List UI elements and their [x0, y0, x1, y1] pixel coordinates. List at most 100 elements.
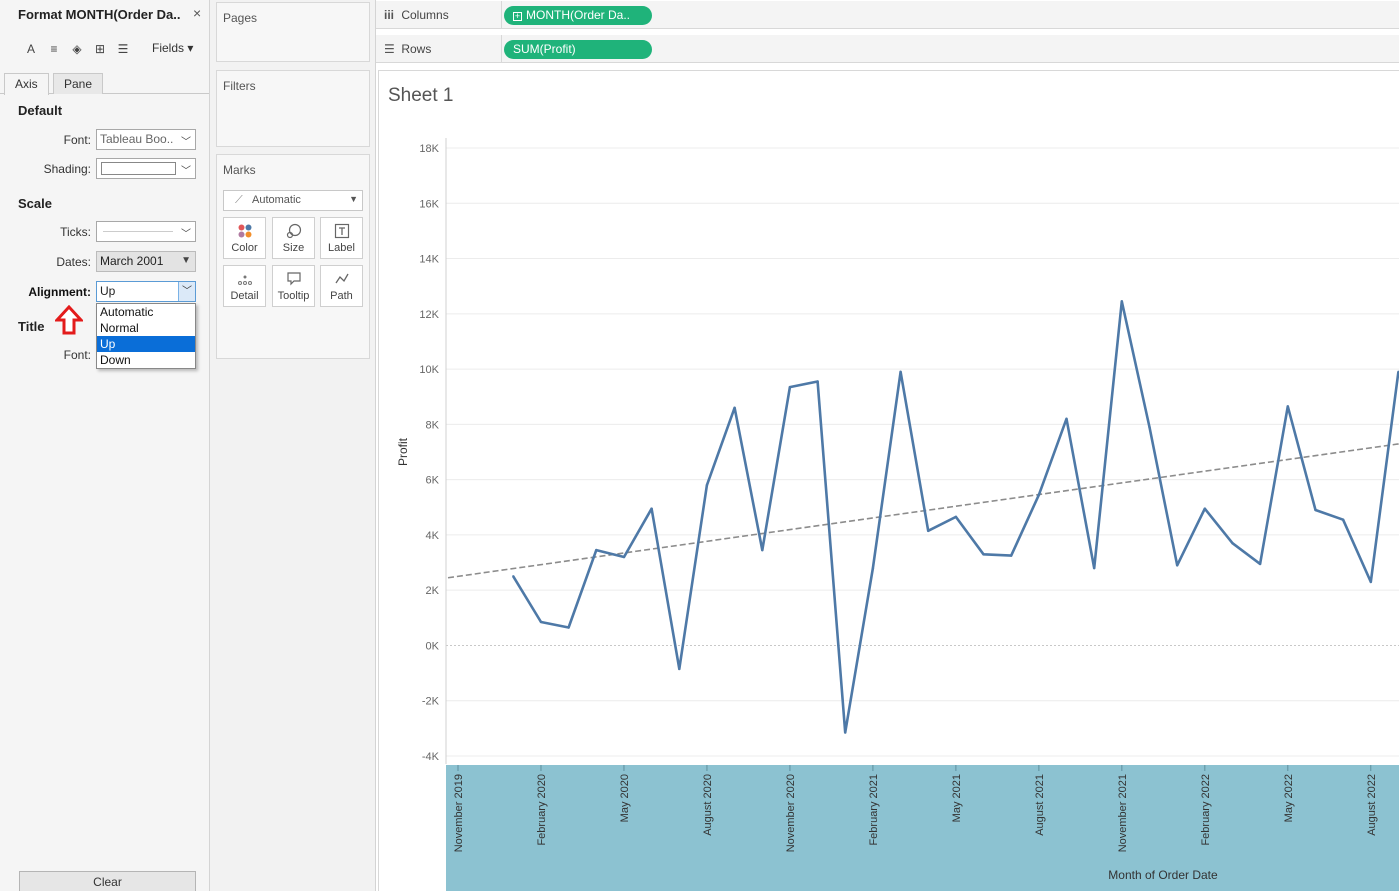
path-button[interactable]: Path — [320, 265, 363, 307]
tab-pane[interactable]: Pane — [53, 73, 104, 94]
data-point — [733, 406, 736, 409]
y-tick-label: 10K — [419, 364, 439, 376]
chevron-down-icon: ﹀ — [181, 229, 191, 240]
label-button-label: Label — [328, 242, 355, 254]
data-point — [927, 529, 930, 532]
shading-format-icon[interactable]: ◈ — [70, 42, 84, 56]
close-icon[interactable]: × — [193, 5, 201, 21]
fields-dropdown[interactable]: Fields ▾ — [152, 41, 193, 55]
mark-type-value: Automatic — [252, 194, 301, 206]
data-point — [954, 515, 958, 519]
marks-card: Marks ⟋ Automatic ▼ Color Size Label Det… — [216, 154, 370, 359]
x-axis-title: Month of Order Date — [1108, 868, 1218, 882]
columns-shelf-label: iii Columns — [384, 8, 449, 22]
path-icon — [334, 273, 349, 284]
font-label: Font: — [63, 133, 91, 147]
clear-button[interactable]: Clear — [19, 871, 196, 891]
alignment-option-automatic[interactable]: Automatic — [97, 304, 195, 320]
rows-shelf-label: ☰ Rows — [384, 42, 432, 56]
x-tick-label: November 2021 — [1117, 774, 1129, 852]
data-point — [982, 553, 985, 556]
data-point — [1148, 425, 1151, 429]
font-format-icon[interactable]: A — [24, 42, 38, 56]
alignment-label: Alignment: — [28, 285, 91, 299]
data-point — [1258, 562, 1262, 566]
data-point — [1286, 405, 1289, 408]
fields-label: Fields — [152, 41, 185, 55]
borders-format-icon[interactable]: ⊞ — [93, 42, 107, 56]
section-scale: Scale — [18, 196, 52, 211]
font-select[interactable]: Tableau Boo.. ﹀ — [96, 129, 196, 150]
title-font-label: Font: — [63, 348, 91, 362]
tooltip-button[interactable]: Tooltip — [272, 265, 315, 307]
tooltip-button-label: Tooltip — [277, 290, 310, 302]
size-button[interactable]: Size — [272, 217, 315, 259]
ticks-label: Ticks: — [60, 225, 91, 239]
caret-down-icon: ▼ — [181, 255, 191, 266]
expand-plus-icon[interactable]: + — [513, 12, 522, 21]
columns-pill[interactable]: + MONTH(Order Da.. — [504, 6, 652, 25]
shading-select[interactable]: ﹀ — [96, 158, 196, 179]
detail-button[interactable]: Detail — [223, 265, 266, 307]
y-tick-label: 18K — [419, 143, 439, 155]
data-point — [622, 555, 626, 559]
section-default: Default — [18, 103, 63, 118]
x-tick-label: May 2022 — [1283, 774, 1295, 822]
y-tick-label: 4K — [426, 530, 440, 542]
alignment-option-up[interactable]: Up — [97, 336, 195, 352]
color-button-label: Color — [231, 242, 258, 254]
dates-label: Dates: — [56, 255, 91, 269]
rows-pill[interactable]: SUM(Profit) — [504, 40, 652, 59]
x-tick-label: February 2021 — [868, 774, 880, 846]
mark-type-select[interactable]: ⟋ Automatic ▼ — [223, 190, 363, 211]
format-toolbar: A ≡ ◈ ⊞ ☰ — [24, 40, 130, 58]
x-tick-label: May 2021 — [951, 774, 963, 822]
detail-icon — [237, 275, 252, 285]
dates-select-value: March 2001 — [100, 254, 164, 268]
data-point — [1120, 300, 1124, 303]
data-point — [899, 370, 902, 374]
data-point — [595, 548, 598, 552]
alignment-format-icon[interactable]: ≡ — [47, 42, 61, 56]
data-point — [844, 731, 847, 734]
lines-format-icon[interactable]: ☰ — [116, 42, 130, 56]
tooltip-icon — [286, 272, 301, 286]
pages-card[interactable]: Pages — [216, 2, 370, 62]
shelf-divider — [501, 35, 502, 63]
label-button[interactable]: Label — [320, 217, 363, 259]
alignment-option-down[interactable]: Down — [97, 352, 195, 368]
y-tick-label: 14K — [419, 254, 439, 266]
data-point — [567, 626, 570, 629]
data-point — [678, 667, 681, 671]
x-axis-band — [446, 765, 1399, 891]
format-panel-title: Format MONTH(Order Da.. — [18, 7, 181, 22]
y-tick-label: -4K — [422, 751, 440, 763]
format-panel: Format MONTH(Order Da.. × A ≡ ◈ ⊞ ☰ Fiel… — [0, 0, 210, 891]
chevron-down-icon[interactable]: ﹀ — [178, 282, 195, 301]
color-button[interactable]: Color — [223, 217, 266, 259]
x-tick-label: August 2022 — [1366, 774, 1378, 836]
y-tick-label: 16K — [419, 198, 439, 210]
columns-shelf[interactable]: iii Columns + MONTH(Order Da.. — [376, 1, 1399, 29]
tab-axis[interactable]: Axis — [4, 73, 49, 95]
alignment-select[interactable]: Up ﹀ — [96, 281, 196, 302]
y-tick-label: -2K — [422, 696, 440, 708]
y-tick-label: 6K — [426, 475, 440, 487]
data-point — [1341, 518, 1345, 521]
caret-down-icon: ▼ — [349, 194, 358, 204]
format-tabs: Axis Pane — [0, 73, 209, 95]
rows-shelf[interactable]: ☰ Rows SUM(Profit) — [376, 35, 1399, 63]
filters-card[interactable]: Filters — [216, 70, 370, 147]
data-point — [1231, 542, 1234, 545]
data-point — [705, 483, 709, 487]
dates-select[interactable]: March 2001 ▼ — [96, 251, 196, 272]
ticks-select[interactable]: ﹀ — [96, 221, 196, 242]
alignment-option-normal[interactable]: Normal — [97, 320, 195, 336]
shading-swatch — [101, 162, 176, 175]
x-tick-label: May 2020 — [619, 774, 631, 822]
section-title: Title — [18, 319, 45, 334]
font-select-value: Tableau Boo.. — [100, 132, 174, 146]
y-axis-title: Profit — [396, 437, 410, 466]
data-point — [1010, 554, 1013, 557]
chevron-down-icon: ﹀ — [181, 166, 191, 177]
